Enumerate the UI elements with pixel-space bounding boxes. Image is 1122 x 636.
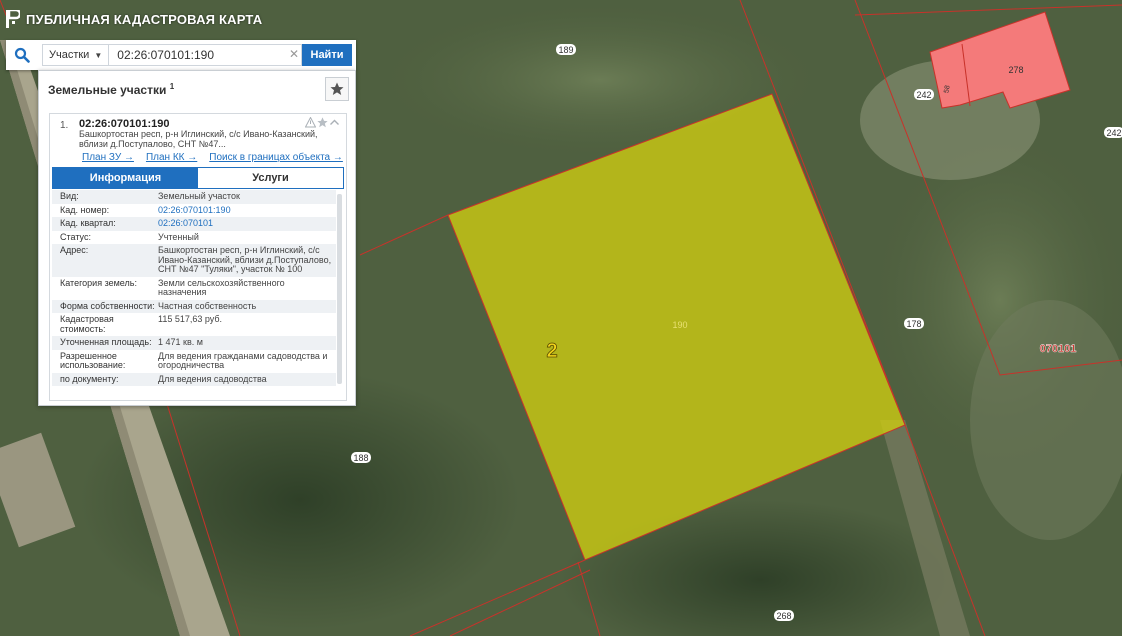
info-row: Статус: Учтенный	[52, 231, 336, 245]
panel-count: 1	[169, 81, 175, 91]
info-row: по документу: Для ведения садоводства	[52, 372, 336, 386]
info-key: Форма собственности:	[60, 300, 155, 311]
panel-title: Земельные участки 1	[48, 82, 174, 97]
clear-icon[interactable]: ✕	[289, 47, 299, 61]
info-value: Учтенный	[158, 231, 199, 242]
parcel-label-text: 268	[776, 611, 791, 621]
info-value[interactable]: 02:26:070101	[158, 218, 336, 229]
info-row: Уточненная площадь: 1 471 кв. м	[52, 336, 336, 350]
info-row: Адрес: Башкортостан респ, р-н Иглинский, …	[52, 244, 336, 277]
info-row: Кад. номер: 02:26:070101:190	[52, 204, 336, 218]
info-value[interactable]: 02:26:070101:190	[158, 205, 336, 216]
info-key: Статус:	[60, 231, 91, 242]
parcel-label-189: 189	[556, 44, 576, 55]
parcel-label-text: 242	[1106, 128, 1121, 138]
star-icon	[330, 82, 344, 95]
info-key: Разрешенное использование:	[60, 350, 126, 370]
info-key: Вид:	[60, 191, 79, 201]
info-key: Кад. номер:	[60, 204, 110, 215]
search-bar: Участки ▼ ✕ Найти	[6, 40, 356, 70]
info-row: Вид: Земельный участок	[52, 190, 336, 204]
info-value: Земли сельскохозяйственного назначения	[158, 277, 285, 297]
parcel-label-text: 242	[916, 90, 931, 100]
plan-kk-link[interactable]: План КК →	[146, 152, 197, 163]
result-links: План ЗУ → План КК → Поиск в границах объ…	[82, 152, 343, 163]
scrollbar[interactable]	[337, 194, 342, 384]
building-label-58: 58	[943, 85, 951, 94]
result-address: Башкортостан респ, р-н Иглинский, с/с Ив…	[79, 129, 318, 149]
info-key: Адрес:	[60, 245, 89, 255]
parcel-label-188: 188	[351, 452, 371, 463]
info-value: Для ведения гражданами садоводства и ого…	[158, 350, 328, 370]
quarter-label-070101: 070101	[1040, 343, 1077, 355]
plan-zu-link[interactable]: План ЗУ →	[82, 152, 134, 163]
parcel-label-268: 268	[774, 610, 794, 621]
warning-icon[interactable]	[305, 117, 316, 128]
search-icon[interactable]	[6, 40, 38, 70]
parcel-label-178: 178	[904, 318, 924, 329]
info-value: 115 517,63 руб.	[158, 314, 223, 324]
parcel-label-text: 178	[906, 319, 921, 329]
info-key: Кадастровая стоимость:	[60, 314, 114, 334]
panel-header: Земельные участки 1	[39, 71, 355, 107]
parcel-label-text: 189	[558, 45, 573, 55]
find-button[interactable]: Найти	[302, 44, 352, 66]
results-panel: Земельные участки 1 1. 02:26:070101:190 …	[38, 70, 356, 406]
search-type-label: Участки	[49, 49, 90, 61]
result-tabs: Информация Услуги	[52, 167, 344, 189]
caret-down-icon: ▼	[94, 50, 103, 60]
info-value: 1 471 кв. м	[158, 337, 203, 347]
tab-information[interactable]: Информация	[53, 168, 198, 188]
info-row: Кад. квартал: 02:26:070101	[52, 217, 336, 231]
parcel-label-242: 242	[914, 89, 934, 100]
search-type-select[interactable]: Участки ▼	[42, 44, 110, 66]
info-value: Частная собственность	[158, 300, 257, 311]
info-row: Категория земель: Земли сельскохозяйствен…	[52, 277, 336, 300]
result-actions	[305, 117, 340, 128]
result-item[interactable]: 1. 02:26:070101:190 Башкортостан респ, р…	[49, 113, 347, 401]
parcel-label-242-right: 242	[1104, 127, 1122, 138]
favorite-button[interactable]	[325, 77, 349, 101]
star-icon[interactable]	[317, 117, 328, 128]
info-value: Для ведения садоводства	[158, 373, 267, 384]
info-row: Кадастровая стоимость: 115 517,63 руб.	[52, 313, 336, 336]
info-table: Вид: Земельный участок Кад. номер: 02:26:07…	[52, 190, 336, 396]
panel-title-text: Земельные участки	[48, 82, 167, 97]
info-key: по документу:	[60, 373, 119, 384]
building-label-278: 278	[1008, 65, 1023, 75]
app-header: ПУБЛИЧНАЯ КАДАСТРОВАЯ КАРТА	[0, 0, 360, 38]
annotation-number: 2	[546, 340, 557, 362]
info-value: Башкортостан респ, р-н Иглинский, с/с Ив…	[158, 245, 332, 274]
info-key: Категория земель:	[60, 277, 137, 288]
info-key: Уточненная площадь:	[60, 337, 152, 347]
info-row: Форма собственности: Частная собственност…	[52, 299, 336, 313]
tab-services[interactable]: Услуги	[198, 168, 343, 188]
info-key: Кад. квартал:	[60, 218, 116, 228]
search-input[interactable]	[109, 44, 302, 66]
parcel-label-text: 188	[353, 453, 368, 463]
app-logo-icon	[6, 10, 20, 28]
search-in-bounds-link[interactable]: Поиск в границах объекта →	[209, 152, 343, 163]
parcel-label-190: 190	[672, 320, 687, 330]
chevron-up-icon[interactable]	[329, 117, 340, 128]
app-title: ПУБЛИЧНАЯ КАДАСТРОВАЯ КАРТА	[26, 11, 263, 27]
info-value: Земельный участок	[158, 191, 240, 201]
info-row: Разрешенное использование: Для ведения гр…	[52, 350, 336, 373]
result-index: 1.	[60, 120, 69, 131]
